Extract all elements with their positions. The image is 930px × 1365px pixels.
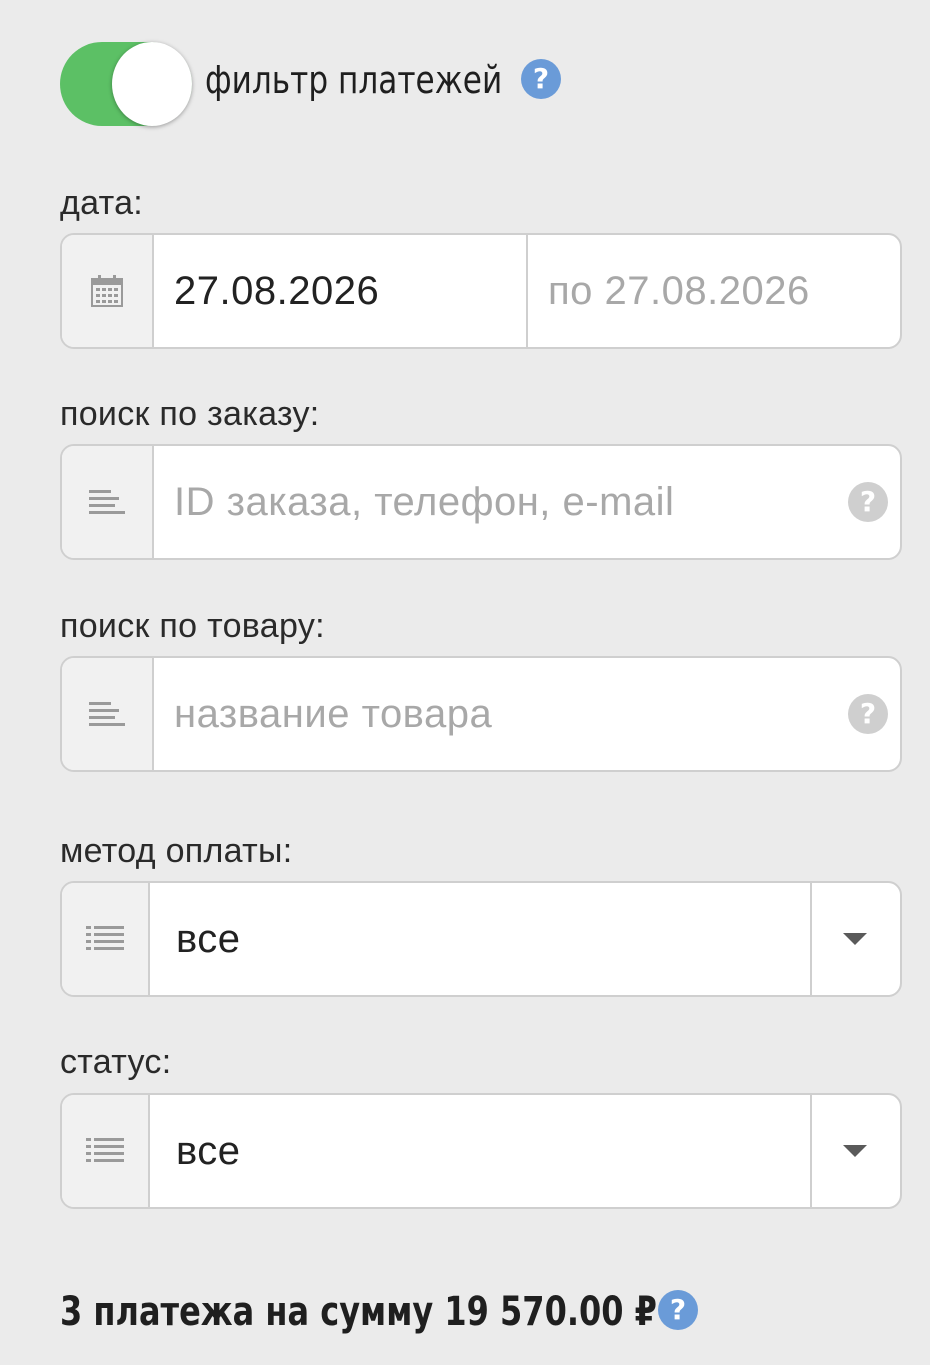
product-search-group: название товара ?	[60, 656, 902, 772]
order-search-group: ID заказа, телефон, e-mail ?	[60, 444, 902, 560]
product-search-label: поиск по товару:	[60, 607, 325, 645]
select-divider	[810, 883, 812, 995]
product-search-input[interactable]: название товара	[174, 658, 492, 770]
list-icon	[86, 926, 124, 950]
status-label: статус:	[60, 1043, 172, 1081]
text-lines-icon	[89, 702, 125, 726]
payment-method-value: все	[176, 916, 241, 961]
date-label: дата:	[60, 184, 144, 222]
select-divider	[810, 1095, 812, 1207]
date-divider	[526, 235, 528, 347]
order-search-addon	[62, 446, 154, 558]
text-lines-icon	[89, 490, 125, 514]
toggle-knob	[112, 42, 192, 126]
filter-help-icon[interactable]: ?	[521, 59, 561, 99]
calendar-icon	[91, 275, 123, 307]
product-search-help-icon[interactable]: ?	[848, 694, 888, 734]
chevron-down-icon[interactable]	[843, 1145, 867, 1157]
date-from-input[interactable]: 27.08.2026	[174, 235, 379, 347]
order-search-input[interactable]: ID заказа, телефон, e-mail	[174, 446, 674, 558]
date-addon	[62, 235, 154, 347]
product-search-addon	[62, 658, 154, 770]
payments-summary: 3 платежа на сумму 19 570.00 ₽	[60, 1289, 657, 1335]
payment-method-label: метод оплаты:	[60, 832, 293, 870]
status-addon	[62, 1095, 150, 1207]
order-search-label: поиск по заказу:	[60, 395, 320, 433]
order-search-help-icon[interactable]: ?	[848, 482, 888, 522]
status-select[interactable]: все	[60, 1093, 902, 1209]
date-to-input[interactable]: по 27.08.2026	[548, 235, 810, 347]
status-value: все	[176, 1128, 241, 1173]
date-range-group: 27.08.2026 по 27.08.2026	[60, 233, 902, 349]
list-icon	[86, 1138, 124, 1162]
payment-method-addon	[62, 883, 150, 995]
chevron-down-icon[interactable]	[843, 933, 867, 945]
filter-toggle[interactable]	[60, 42, 192, 126]
summary-help-icon[interactable]: ?	[658, 1290, 698, 1330]
filter-title: фильтр платежей	[205, 58, 503, 102]
payment-method-select[interactable]: все	[60, 881, 902, 997]
